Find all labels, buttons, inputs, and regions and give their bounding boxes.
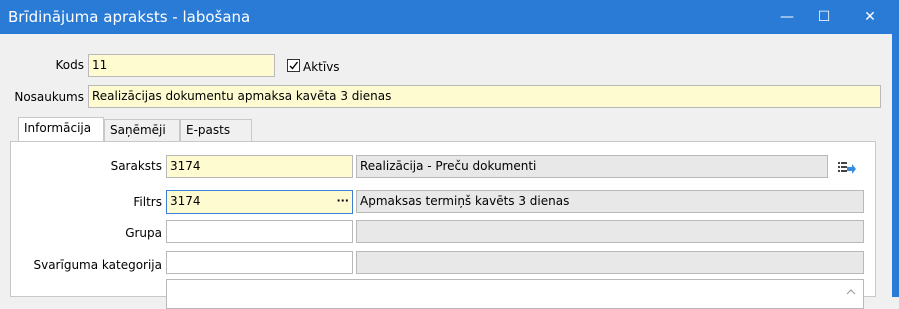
scroll-up-icon[interactable] bbox=[846, 288, 856, 295]
svariguma-description bbox=[356, 251, 864, 274]
ellipsis-icon[interactable]: ··· bbox=[336, 191, 349, 211]
filtrs-label: Filtrs bbox=[133, 195, 162, 209]
aktivs-label: Aktīvs bbox=[303, 60, 340, 74]
grupa-description bbox=[356, 220, 864, 243]
window-border bbox=[892, 34, 899, 297]
aktivs-checkbox[interactable] bbox=[287, 59, 300, 72]
filtrs-description: Apmaksas termiņš kavēts 3 dienas bbox=[356, 190, 864, 213]
kods-input[interactable]: 11 bbox=[88, 54, 275, 77]
maximize-button[interactable]: ☐ bbox=[802, 0, 846, 34]
filtrs-code-value: 3174 bbox=[170, 194, 201, 208]
filtrs-code-input[interactable]: 3174 ··· bbox=[166, 190, 353, 214]
list-arrow-icon bbox=[838, 162, 856, 174]
tab-e-pasts[interactable]: E-pasts bbox=[180, 119, 252, 141]
tab-sanemeji[interactable]: Saņēmēji bbox=[104, 119, 180, 141]
kods-label: Kods bbox=[55, 58, 84, 72]
open-list-button[interactable] bbox=[836, 158, 858, 178]
nosaukums-label: Nosaukums bbox=[14, 90, 84, 104]
close-button[interactable]: ✕ bbox=[848, 0, 892, 34]
svariguma-code-input[interactable] bbox=[166, 251, 353, 274]
saraksts-code-input[interactable]: 3174 bbox=[166, 155, 353, 178]
tab-informacija[interactable]: Informācija bbox=[18, 117, 104, 141]
tab-strip: Informācija Saņēmēji E-pasts bbox=[18, 117, 318, 143]
saraksts-description: Realizācija - Preču dokumenti bbox=[356, 155, 828, 178]
memo-textarea[interactable] bbox=[166, 279, 864, 309]
title-bar: Brīdinājuma apraksts - labošana — ☐ ✕ bbox=[0, 0, 899, 34]
grupa-label: Grupa bbox=[125, 226, 162, 240]
grupa-code-input[interactable] bbox=[166, 220, 353, 243]
saraksts-label: Saraksts bbox=[110, 159, 162, 173]
nosaukums-input[interactable]: Realizācijas dokumentu apmaksa kavēta 3 … bbox=[88, 85, 881, 108]
checkmark-icon bbox=[289, 61, 299, 70]
svariguma-label: Svarīguma kategorija bbox=[33, 258, 162, 272]
window-title: Brīdinājuma apraksts - labošana bbox=[8, 8, 251, 26]
